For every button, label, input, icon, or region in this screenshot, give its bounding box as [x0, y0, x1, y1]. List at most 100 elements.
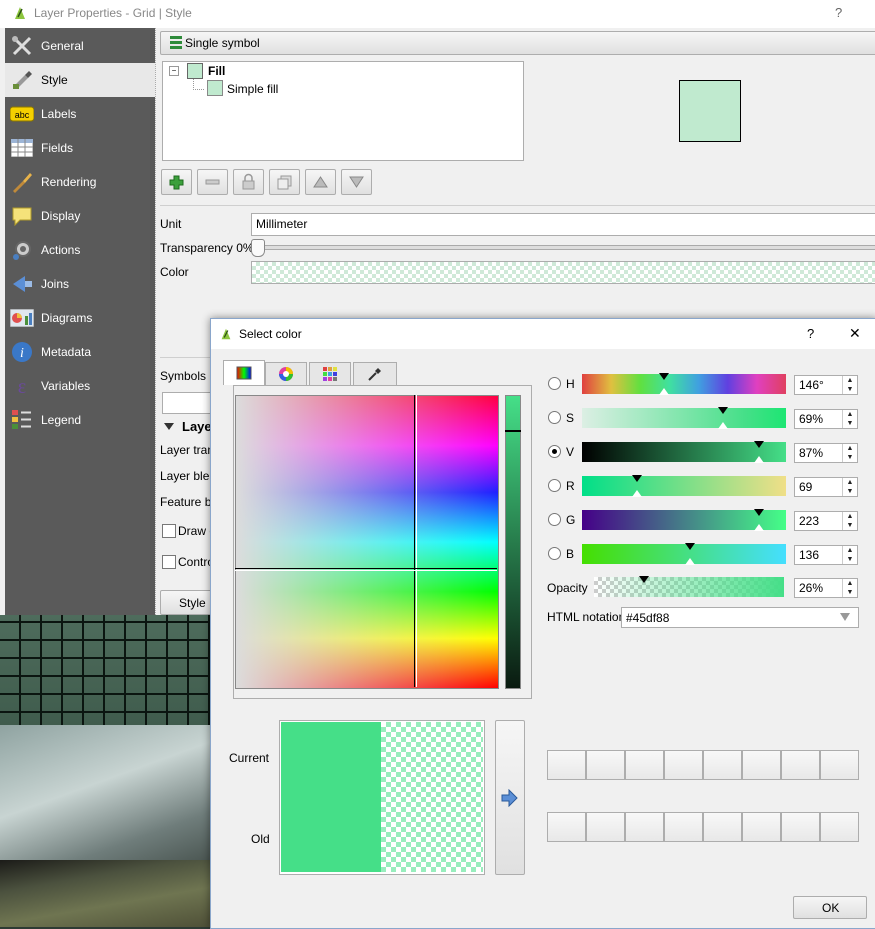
color-swatch-slot[interactable]: [547, 812, 586, 842]
channel-radio-g[interactable]: [548, 513, 561, 526]
map-ground-area: [0, 860, 230, 927]
tab-color-sampler[interactable]: [353, 362, 397, 385]
channel-spinbox-b[interactable]: 136 ▲ ▼: [794, 545, 858, 565]
spin-arrows-icon[interactable]: ▲ ▼: [842, 579, 857, 597]
color-swatch-slot[interactable]: [625, 750, 664, 780]
opacity-spinbox[interactable]: 26% ▲ ▼: [794, 578, 858, 598]
channel-value: 87%: [799, 446, 824, 460]
move-up-button[interactable]: [305, 169, 336, 195]
move-down-button[interactable]: [341, 169, 372, 195]
collapse-toggle-icon[interactable]: −: [169, 66, 179, 76]
channel-slider-handle[interactable]: [659, 373, 669, 380]
control-order-checkbox[interactable]: [162, 555, 176, 569]
html-notation-field[interactable]: #45df88: [621, 607, 859, 628]
symbol-layer-tree[interactable]: − Fill Simple fill: [162, 61, 524, 161]
color-spectrum-area[interactable]: [235, 395, 499, 689]
channel-slider-b[interactable]: [582, 543, 786, 565]
apply-old-color-button[interactable]: [495, 720, 525, 875]
tab-color-wheel[interactable]: [265, 362, 307, 385]
sidebar-item-actions[interactable]: Actions: [5, 233, 155, 267]
channel-radio-v[interactable]: [548, 445, 561, 458]
renderer-selector[interactable]: Single symbol: [160, 31, 875, 55]
color-swatch-slot[interactable]: [664, 812, 703, 842]
spin-arrows-icon[interactable]: ▲ ▼: [842, 512, 857, 530]
value-ramp-marker[interactable]: [505, 430, 521, 432]
channel-slider-handle[interactable]: [632, 475, 642, 482]
color-swatch-slot[interactable]: [586, 812, 625, 842]
color-swatch-slot[interactable]: [664, 750, 703, 780]
color-swatch-slot[interactable]: [742, 750, 781, 780]
channel-spinbox-r[interactable]: 69 ▲ ▼: [794, 477, 858, 497]
color-swatch-slot[interactable]: [820, 750, 859, 780]
transparency-slider[interactable]: [258, 245, 875, 250]
channel-slider-h[interactable]: [582, 373, 786, 395]
color-button[interactable]: [251, 261, 875, 284]
channel-slider-g[interactable]: [582, 509, 786, 531]
color-swatch-slot[interactable]: [703, 812, 742, 842]
color-swatch-slot[interactable]: [547, 750, 586, 780]
unit-combobox[interactable]: Millimeter: [251, 213, 875, 236]
color-swatch-slot[interactable]: [820, 812, 859, 842]
channel-spinbox-s[interactable]: 69% ▲ ▼: [794, 409, 858, 429]
channel-slider-handle[interactable]: [754, 509, 764, 516]
spin-arrows-icon[interactable]: ▲ ▼: [842, 444, 857, 462]
spin-arrows-icon[interactable]: ▲ ▼: [842, 376, 857, 394]
sidebar-item-fields[interactable]: Fields: [5, 131, 155, 165]
symbols-search-field[interactable]: [162, 392, 212, 414]
lock-layer-button[interactable]: [233, 169, 264, 195]
draw-effects-checkbox[interactable]: [162, 524, 176, 538]
spin-arrows-icon[interactable]: ▲ ▼: [842, 478, 857, 496]
sidebar-item-legend[interactable]: Legend: [5, 403, 155, 437]
sidebar-item-rendering[interactable]: Rendering: [5, 165, 155, 199]
window-help-button[interactable]: ?: [835, 5, 842, 20]
channel-spinbox-v[interactable]: 87% ▲ ▼: [794, 443, 858, 463]
channel-radio-b[interactable]: [548, 547, 561, 560]
channel-radio-h[interactable]: [548, 377, 561, 390]
sidebar-item-display[interactable]: Display: [5, 199, 155, 233]
spin-arrows-icon[interactable]: ▲ ▼: [842, 410, 857, 428]
collapse-triangle-icon[interactable]: [164, 421, 174, 431]
channel-spinbox-g[interactable]: 223 ▲ ▼: [794, 511, 858, 531]
channel-slider-r[interactable]: [582, 475, 786, 497]
color-swatch-slot[interactable]: [781, 750, 820, 780]
dialog-close-button[interactable]: ✕: [849, 325, 861, 342]
channel-slider-s[interactable]: [582, 407, 786, 429]
sidebar-item-general[interactable]: General: [5, 29, 155, 63]
channel-radio-r[interactable]: [548, 479, 561, 492]
chevron-down-icon[interactable]: [840, 613, 850, 621]
value-ramp-slider[interactable]: [505, 395, 521, 689]
sidebar-item-labels[interactable]: abc Labels: [5, 97, 155, 131]
color-swatch-slot[interactable]: [742, 812, 781, 842]
tab-color-box[interactable]: [223, 360, 265, 385]
duplicate-layer-button[interactable]: [269, 169, 300, 195]
sidebar-item-metadata[interactable]: i Metadata: [5, 335, 155, 369]
channel-slider-handle[interactable]: [718, 407, 728, 414]
tree-child-simple-fill[interactable]: Simple fill: [227, 82, 278, 96]
channel-slider-handle[interactable]: [754, 441, 764, 448]
tab-swatches[interactable]: [309, 362, 351, 385]
channel-slider-v[interactable]: [582, 441, 786, 463]
spin-arrows-icon[interactable]: ▲ ▼: [842, 546, 857, 564]
channel-radio-s[interactable]: [548, 411, 561, 424]
minus-icon: [205, 179, 220, 185]
opacity-slider-handle[interactable]: [639, 576, 649, 583]
color-swatch-slot[interactable]: [703, 750, 742, 780]
sidebar-item-diagrams[interactable]: Diagrams: [5, 301, 155, 335]
add-layer-button[interactable]: [161, 169, 192, 195]
channel-spinbox-h[interactable]: 146° ▲ ▼: [794, 375, 858, 395]
channel-slider-handle[interactable]: [685, 543, 695, 550]
color-swatch-slot[interactable]: [781, 812, 820, 842]
transparency-slider-handle[interactable]: [251, 239, 265, 257]
color-swatch-slot[interactable]: [625, 812, 664, 842]
sidebar-item-style[interactable]: Style: [5, 63, 155, 97]
sidebar-splitter[interactable]: [155, 28, 159, 615]
ok-button[interactable]: OK: [793, 896, 867, 919]
dialog-help-button[interactable]: ?: [807, 326, 814, 341]
sidebar-item-variables[interactable]: ε Variables: [5, 369, 155, 403]
layer-rendering-section[interactable]: Laye: [182, 419, 212, 434]
opacity-slider[interactable]: [594, 576, 784, 597]
sidebar-item-joins[interactable]: Joins: [5, 267, 155, 301]
color-swatch-slot[interactable]: [586, 750, 625, 780]
remove-layer-button[interactable]: [197, 169, 228, 195]
tree-root-fill[interactable]: Fill: [208, 64, 225, 78]
